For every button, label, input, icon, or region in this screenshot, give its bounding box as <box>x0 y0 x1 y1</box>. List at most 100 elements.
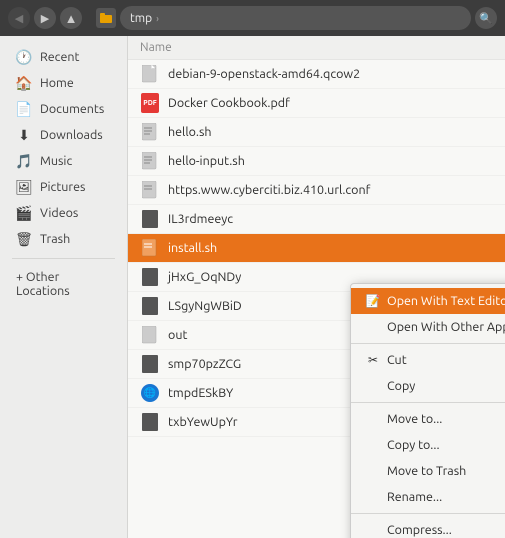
file-item-hello-input[interactable]: hello-input.sh <box>128 147 505 176</box>
file-icon-lsgy <box>140 296 160 316</box>
file-icon-docker: PDF <box>140 93 160 113</box>
documents-icon: 📄 <box>16 101 32 117</box>
ctx-open-other[interactable]: Open With Other Application <box>351 314 505 340</box>
file-item-https[interactable]: https.www.cyberciti.biz.410.url.conf <box>128 176 505 205</box>
ctx-label-copy: Copy <box>387 379 415 393</box>
file-item-docker[interactable]: PDF Docker Cookbook.pdf <box>128 89 505 118</box>
file-icon-hello <box>140 122 160 142</box>
sidebar-label-music: Music <box>40 154 72 168</box>
sidebar-item-trash[interactable]: 🗑 Trash <box>4 226 123 252</box>
file-icon-out <box>140 325 160 345</box>
file-name-https: https.www.cyberciti.biz.410.url.conf <box>168 183 370 197</box>
videos-icon: 🎬 <box>16 205 32 221</box>
ctx-move-to-left: Move to... <box>365 411 442 427</box>
sidebar-item-other-locations[interactable]: + Other Locations <box>4 265 123 303</box>
ctx-copy-left: Copy <box>365 378 415 394</box>
downloads-icon: ⬇ <box>16 127 32 143</box>
sidebar-separator <box>12 258 115 259</box>
file-name-hello: hello.sh <box>168 125 212 139</box>
main-area: 🕐 Recent 🏠 Home 📄 Documents ⬇ Downloads … <box>0 36 505 538</box>
sidebar-label-recent: Recent <box>40 50 79 64</box>
ctx-rename-left: Rename... <box>365 489 442 505</box>
sidebar-item-recent[interactable]: 🕐 Recent <box>4 44 123 70</box>
ctx-sep-2 <box>351 402 505 403</box>
ctx-label-open-text-editor: Open With Text Editor <box>387 294 505 308</box>
file-name-il3rd: IL3rdmeeyc <box>168 212 233 226</box>
ctx-open-other-left: Open With Other Application <box>365 319 505 335</box>
ctx-open-text-editor[interactable]: 📝 Open With Text Editor Return <box>351 288 505 314</box>
ctx-label-rename: Rename... <box>387 490 442 504</box>
ctx-label-open-other: Open With Other Application <box>387 320 505 334</box>
file-icon-smp70 <box>140 354 160 374</box>
ctx-copy-to[interactable]: Copy to... <box>351 432 505 458</box>
ctx-move-trash-left: Move to Trash <box>365 463 466 479</box>
sidebar-item-videos[interactable]: 🎬 Videos <box>4 200 123 226</box>
sidebar-item-home[interactable]: 🏠 Home <box>4 70 123 96</box>
back-button[interactable]: ◀ <box>8 7 30 29</box>
home-icon: 🏠 <box>16 75 32 91</box>
forward-button[interactable]: ▶ <box>34 7 56 29</box>
file-name-hello-input: hello-input.sh <box>168 154 245 168</box>
ctx-move-to[interactable]: Move to... <box>351 406 505 432</box>
file-list: Name debian-9-openstack-amd64.qcow2 PDF … <box>128 36 505 538</box>
open-other-icon <box>365 319 381 335</box>
ctx-cut-left: ✂ Cut <box>365 352 407 368</box>
file-item-debian[interactable]: debian-9-openstack-amd64.qcow2 <box>128 60 505 89</box>
move-to-icon <box>365 411 381 427</box>
file-item-install[interactable]: install.sh <box>128 234 505 263</box>
recent-icon: 🕐 <box>16 49 32 65</box>
titlebar: ◀ ▶ ▲ tmp › 🔍 <box>0 0 505 36</box>
ctx-compress[interactable]: Compress... <box>351 517 505 538</box>
file-icon-jhxg <box>140 267 160 287</box>
sidebar-item-music[interactable]: 🎵 Music <box>4 148 123 174</box>
ctx-rename[interactable]: Rename... F2 <box>351 484 505 510</box>
file-name-smp70: smp70pzZCG <box>168 357 241 371</box>
file-name-txb: txbYewUpYr <box>168 415 238 429</box>
ctx-sep-1 <box>351 343 505 344</box>
music-icon: 🎵 <box>16 153 32 169</box>
sidebar-item-documents[interactable]: 📄 Documents <box>4 96 123 122</box>
file-icon-tmpd: 🌐 <box>140 383 160 403</box>
ctx-copy[interactable]: Copy Ctrl+C <box>351 373 505 399</box>
sidebar-label-trash: Trash <box>40 232 70 246</box>
copy-to-icon <box>365 437 381 453</box>
file-icon-txb <box>140 412 160 432</box>
sidebar-label-videos: Videos <box>40 206 78 220</box>
sidebar-item-pictures[interactable]: 🖼 Pictures <box>4 174 123 200</box>
cut-icon: ✂ <box>365 352 381 368</box>
file-name-docker: Docker Cookbook.pdf <box>168 96 290 110</box>
text-editor-icon: 📝 <box>365 293 381 309</box>
ctx-move-trash[interactable]: Move to Trash Delete <box>351 458 505 484</box>
move-trash-icon <box>365 463 381 479</box>
ctx-cut[interactable]: ✂ Cut Ctrl+X <box>351 347 505 373</box>
up-button[interactable]: ▲ <box>60 7 82 29</box>
file-icon-il3rd <box>140 209 160 229</box>
file-item-hello[interactable]: hello.sh <box>128 118 505 147</box>
sidebar-label-home: Home <box>40 76 74 90</box>
file-name-debian: debian-9-openstack-amd64.qcow2 <box>168 67 360 81</box>
sidebar-label-documents: Documents <box>40 102 104 116</box>
file-name-jhxg: jHxG_OqNDy <box>168 270 241 284</box>
file-icon-hello-input <box>140 151 160 171</box>
pdf-icon: PDF <box>141 93 159 113</box>
sidebar: 🕐 Recent 🏠 Home 📄 Documents ⬇ Downloads … <box>0 36 128 538</box>
sidebar-label-downloads: Downloads <box>40 128 103 142</box>
folder-icon <box>96 8 116 28</box>
ctx-compress-left: Compress... <box>365 522 452 538</box>
pictures-icon: 🖼 <box>16 179 32 195</box>
file-item-il3rd[interactable]: IL3rdmeeyc <box>128 205 505 234</box>
file-icon-debian <box>140 64 160 84</box>
ctx-open-text-editor-left: 📝 Open With Text Editor <box>365 293 505 309</box>
ctx-label-move-trash: Move to Trash <box>387 464 466 478</box>
other-locations-label: + Other Locations <box>16 270 111 298</box>
filelist-header: Name <box>128 36 505 60</box>
ctx-sep-3 <box>351 513 505 514</box>
sidebar-item-downloads[interactable]: ⬇ Downloads <box>4 122 123 148</box>
location-chevron: › <box>156 13 159 24</box>
context-menu: 📝 Open With Text Editor Return Open With… <box>350 283 505 538</box>
search-button[interactable]: 🔍 <box>475 7 497 29</box>
globe-icon: 🌐 <box>141 384 159 402</box>
name-column-header: Name <box>140 41 172 54</box>
file-icon-install <box>140 238 160 258</box>
location-bar[interactable]: tmp › <box>120 6 471 30</box>
